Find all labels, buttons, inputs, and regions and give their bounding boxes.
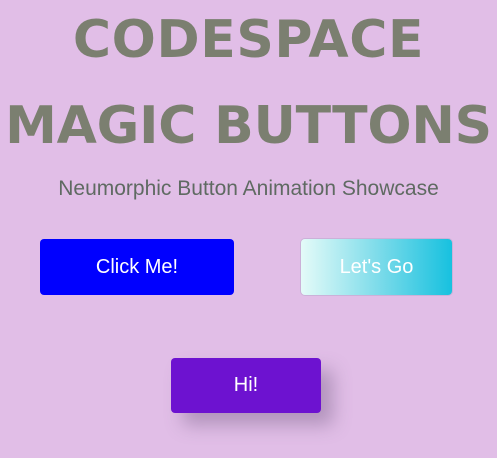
page-title-line1: CODESPACE bbox=[72, 10, 425, 70]
hi-button[interactable]: Hi! bbox=[171, 358, 321, 413]
page-title-line2: MAGIC BUTTONS bbox=[5, 96, 492, 156]
click-me-button[interactable]: Click Me! bbox=[40, 239, 234, 295]
lets-go-button[interactable]: Let's Go bbox=[301, 239, 452, 295]
click-me-button-label: Click Me! bbox=[95, 255, 179, 278]
hi-button-label: Hi! bbox=[233, 374, 259, 396]
page-subtitle: Neumorphic Button Animation Showcase bbox=[58, 177, 439, 200]
lets-go-button-label: Let's Go bbox=[339, 255, 414, 278]
